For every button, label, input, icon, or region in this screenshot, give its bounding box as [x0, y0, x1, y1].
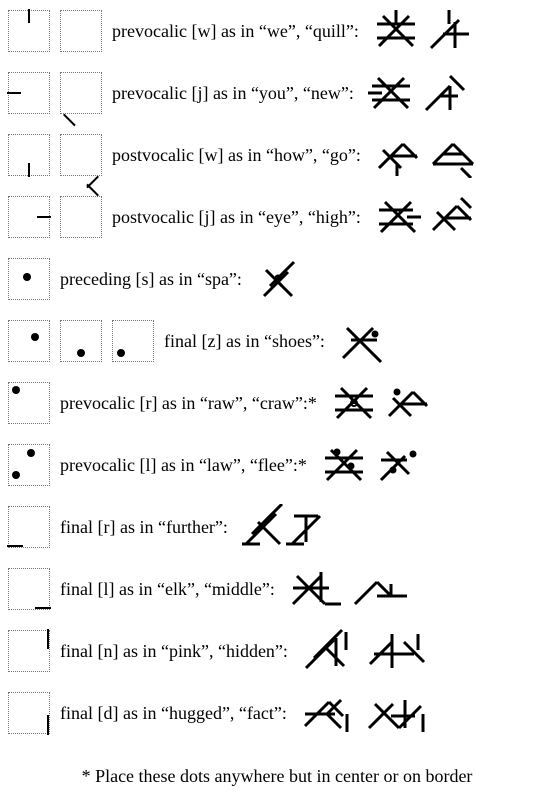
glyph-box: [8, 134, 50, 176]
glyph-box: [8, 72, 50, 114]
example-glyph: [383, 380, 433, 426]
row-prevocalic-r: prevocalic [r] as in “raw”, “craw”:*: [8, 380, 546, 426]
row-label: preceding [s] as in “spa”:: [60, 269, 242, 290]
example-glyph: [373, 132, 423, 178]
example-glyph: [425, 8, 475, 54]
example-glyph: [371, 8, 421, 54]
glyph-box: [8, 382, 50, 424]
glyph-box: [8, 320, 50, 362]
example-glyph: [299, 690, 359, 736]
footnote: * Place these dots anywhere but in cente…: [8, 766, 546, 787]
row-prevocalic-w: prevocalic [w] as in “we”, “quill”:: [8, 8, 546, 54]
glyph-box: [8, 196, 50, 238]
glyph-box: [60, 10, 102, 52]
row-label: prevocalic [l] as in “law”, “flee”:*: [60, 455, 307, 476]
glyph-box: [60, 72, 102, 114]
example-glyph: [351, 566, 411, 612]
example-glyph: [366, 70, 416, 116]
row-final-l: final [l] as in “elk”, “middle”:: [8, 566, 546, 612]
example-glyph: [427, 132, 477, 178]
row-label: prevocalic [r] as in “raw”, “craw”:*: [60, 393, 317, 414]
row-final-z: final [z] as in “shoes”:: [8, 318, 546, 364]
example-glyph: [240, 504, 330, 550]
glyph-box: [8, 568, 50, 610]
example-glyph: [373, 442, 423, 488]
row-label: final [z] as in “shoes”:: [164, 331, 325, 352]
row-prevocalic-l: prevocalic [l] as in “law”, “flee”:*: [8, 442, 546, 488]
row-preceding-s: preceding [s] as in “spa”:: [8, 256, 546, 302]
example-glyph: [373, 194, 423, 240]
glyph-box: [8, 506, 50, 548]
example-glyph: [254, 256, 304, 302]
row-postvocalic-j: postvocalic [j] as in “eye”, “high”:: [8, 194, 546, 240]
row-label: final [r] as in “further”:: [60, 517, 228, 538]
row-label: final [l] as in “elk”, “middle”:: [60, 579, 275, 600]
glyph-box: [112, 320, 154, 362]
glyph-box: [60, 320, 102, 362]
example-glyph: [364, 628, 434, 674]
example-glyph: [319, 442, 369, 488]
row-label: postvocalic [j] as in “eye”, “high”:: [112, 207, 361, 228]
row-label: postvocalic [w] as in “how”, “go”:: [112, 145, 361, 166]
row-final-n: final [n] as in “pink”, “hidden”:: [8, 628, 546, 674]
row-label: final [d] as in “hugged”, “fact”:: [60, 703, 287, 724]
row-label: prevocalic [j] as in “you”, “new”:: [112, 83, 354, 104]
example-glyph: [427, 194, 477, 240]
row-prevocalic-j: prevocalic [j] as in “you”, “new”:: [8, 70, 546, 116]
row-label: prevocalic [w] as in “we”, “quill”:: [112, 21, 359, 42]
example-glyph: [300, 628, 360, 674]
row-postvocalic-w: postvocalic [w] as in “how”, “go”:: [8, 132, 546, 178]
example-glyph: [329, 380, 379, 426]
glyph-box: [8, 444, 50, 486]
glyph-box: [8, 258, 50, 300]
glyph-box: [8, 10, 50, 52]
glyph-box: [60, 134, 102, 176]
glyph-box: [8, 630, 50, 672]
row-label: final [n] as in “pink”, “hidden”:: [60, 641, 288, 662]
example-glyph: [420, 70, 470, 116]
row-final-r: final [r] as in “further”:: [8, 504, 546, 550]
glyph-box: [60, 196, 102, 238]
example-glyph: [287, 566, 347, 612]
example-glyph: [337, 318, 387, 364]
row-final-d: final [d] as in “hugged”, “fact”:: [8, 690, 546, 736]
example-glyph: [363, 690, 433, 736]
glyph-box: [8, 692, 50, 734]
